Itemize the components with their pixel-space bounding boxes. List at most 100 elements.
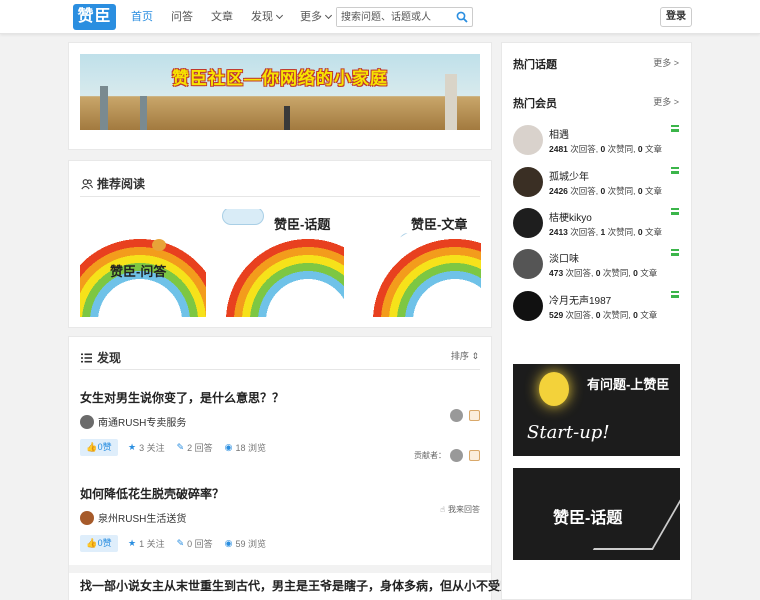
site-logo[interactable]: 赞臣	[73, 4, 116, 30]
tile-topic[interactable]: 赞臣-话题	[218, 209, 344, 317]
question-actions	[446, 409, 480, 422]
member-name[interactable]: 淡口味	[549, 250, 579, 265]
view-count: ◉ 18 浏览	[225, 441, 266, 454]
view-count-text: 18 浏览	[235, 443, 267, 453]
edit-icon: ✎	[176, 538, 185, 548]
thumbs-up-icon: 👍	[86, 442, 98, 452]
chevron-down-icon	[275, 11, 284, 20]
stat-label: 次赞同,	[605, 227, 638, 237]
member-name[interactable]: 孤城少年	[549, 168, 589, 183]
stat-label: 文章	[637, 268, 658, 278]
search-input[interactable]	[337, 8, 452, 26]
question-title[interactable]: 如何降低花生脱壳破碎率？	[80, 485, 480, 502]
follow-count[interactable]: ★ 3 关注	[128, 441, 165, 454]
member-stats: 2413 次回答, 1 次赞同, 0 文章	[549, 226, 662, 238]
nav-home[interactable]: 首页	[122, 0, 162, 34]
stat-answers: 2413	[549, 227, 568, 237]
thumbs-up-icon: 👍	[86, 538, 98, 548]
hot-topics-title: 热门话题	[513, 59, 557, 71]
ad-banner-question[interactable]: 有问题-上赞臣 Start-up!	[513, 364, 680, 456]
avatar[interactable]	[80, 510, 94, 525]
question-author: 南通RUSH专卖服务	[80, 414, 480, 429]
login-button[interactable]: 登录	[660, 7, 692, 27]
avatar[interactable]	[513, 291, 543, 321]
bee-icon	[152, 239, 166, 251]
divider	[80, 196, 480, 197]
nav-discover[interactable]: 发现	[242, 0, 291, 34]
member-name[interactable]: 相遇	[549, 126, 569, 141]
menu-icon[interactable]	[671, 167, 679, 174]
hot-topics-more-link[interactable]: 更多 >	[653, 56, 679, 69]
question-item: 找一部小说女主从末世重生到古代，男主是王爷是瞎子，身体多病，但从小不受宠？	[80, 577, 524, 594]
avatar[interactable]	[450, 449, 463, 462]
eye-icon: ◉	[224, 442, 233, 452]
topic-icon[interactable]	[469, 450, 480, 461]
nav-questions[interactable]: 问答	[162, 0, 202, 34]
avatar[interactable]	[80, 414, 94, 429]
banner-image[interactable]: 赞臣社区—你网络的小家庭	[80, 54, 480, 130]
sort-button[interactable]: 排序 ⇕	[451, 349, 479, 362]
ad-subtitle: Start-up!	[527, 422, 610, 443]
recommended-header: 推荐阅读	[81, 175, 145, 192]
stat-answers: 529	[549, 310, 564, 320]
avatar[interactable]	[513, 249, 543, 279]
stat-label: 次回答,	[567, 227, 601, 237]
stat-label: 次赞同,	[600, 268, 634, 278]
like-button[interactable]: 👍0赞	[80, 535, 118, 552]
cloud-shape	[222, 209, 264, 225]
discover-card: 发现 排序 ⇕ 女生对男生说你变了，是什么意思？？ 南通RUSH专卖服务 👍0赞…	[68, 336, 524, 600]
windmill-shape	[100, 86, 108, 130]
ad-banner-topic[interactable]: 赞臣-话题	[513, 468, 680, 560]
menu-icon[interactable]	[671, 249, 679, 256]
tile-article-label: 赞臣-文章	[411, 217, 468, 232]
stat-answers: 2481	[549, 144, 568, 154]
top-navbar: 赞臣 首页 问答 文章 发现 更多 登录	[0, 0, 760, 34]
tile-qa[interactable]: 赞臣-问答	[80, 209, 206, 317]
question-title[interactable]: 女生对男生说你变了，是什么意思？？	[80, 389, 480, 406]
sort-icon: ⇕	[471, 351, 479, 361]
menu-icon[interactable]	[671, 208, 679, 215]
avatar[interactable]	[513, 208, 543, 238]
star-icon: ★	[128, 442, 137, 452]
answer-count[interactable]: ✎ 0 回答	[177, 537, 213, 550]
member-stats: 473 次回答, 0 次赞同, 0 文章	[549, 267, 657, 279]
nav-discover-label: 发现	[251, 11, 273, 23]
search-icon[interactable]	[456, 11, 468, 23]
ad-title: 有问题-上赞臣	[587, 377, 670, 392]
answer-count[interactable]: ✎ 2 回答	[177, 441, 213, 454]
member-item: 孤城少年 2426 次回答, 0 次赞同, 0 文章	[513, 167, 683, 201]
member-name[interactable]: 桔梗kikyo	[549, 209, 592, 224]
tile-article[interactable]: 赞臣-文章	[355, 209, 481, 317]
lightbulb-icon	[539, 372, 569, 406]
menu-icon[interactable]	[671, 291, 679, 298]
author-name[interactable]: 南通RUSH专卖服务	[98, 414, 186, 429]
answer-count-text: 0 回答	[187, 539, 213, 549]
member-item: 淡口味 473 次回答, 0 次赞同, 0 文章	[513, 249, 683, 283]
eye-icon: ◉	[224, 538, 233, 548]
stat-label: 次回答,	[563, 310, 596, 320]
contributors-label: 贡献者：	[414, 451, 446, 460]
answer-link[interactable]: ☝ 我来回答	[440, 504, 480, 515]
avatar[interactable]	[513, 125, 543, 155]
avatar[interactable]	[513, 167, 543, 197]
list-icon	[81, 353, 92, 362]
stat-answers: 2426	[549, 186, 568, 196]
avatar[interactable]	[450, 409, 463, 422]
follow-count[interactable]: ★ 1 关注	[128, 537, 165, 550]
question-title[interactable]: 找一部小说女主从末世重生到古代，男主是王爷是瞎子，身体多病，但从小不受宠？	[80, 577, 524, 594]
topic-icon[interactable]	[469, 410, 480, 421]
nav-more[interactable]: 更多	[291, 0, 340, 34]
hot-members-more-link[interactable]: 更多 >	[653, 95, 679, 108]
like-count: 0赞	[97, 442, 112, 452]
member-item: 相遇 2481 次回答, 0 次赞同, 0 文章	[513, 125, 683, 159]
author-name[interactable]: 泉州RUSH生活送货	[98, 510, 186, 525]
divider	[80, 369, 480, 370]
rainbow-image	[355, 221, 481, 317]
stat-label: 文章	[642, 144, 662, 154]
nav-articles[interactable]: 文章	[202, 0, 242, 34]
member-name[interactable]: 冷月无声1987	[549, 292, 611, 307]
view-count: ◉ 59 浏览	[225, 537, 266, 550]
stat-label: 次回答,	[563, 268, 596, 278]
menu-icon[interactable]	[671, 125, 679, 132]
like-button[interactable]: 👍0赞	[80, 439, 118, 456]
